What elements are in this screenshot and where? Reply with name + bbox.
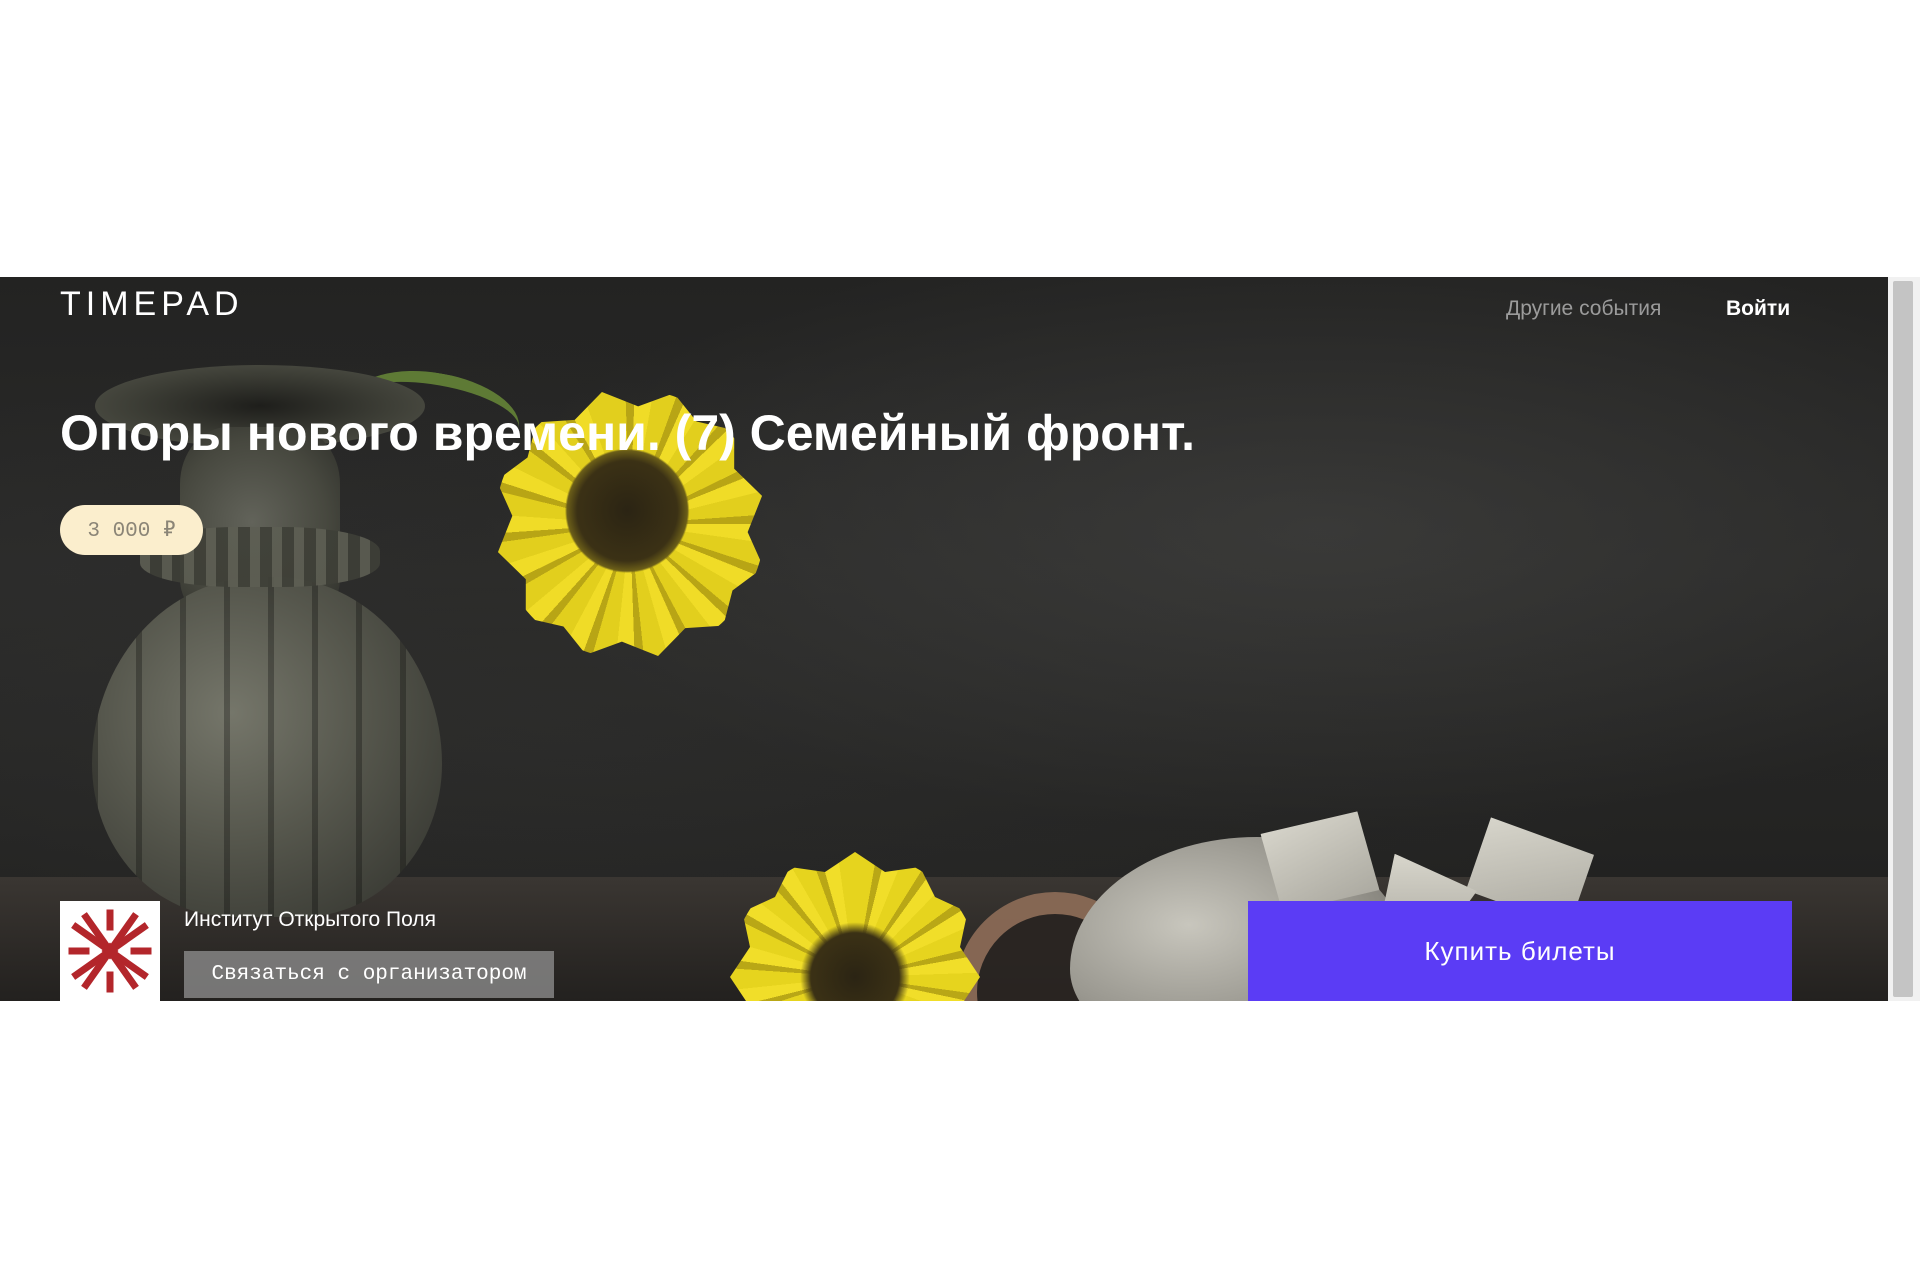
organizer-avatar[interactable] [60,901,160,1001]
nav-login-link[interactable]: Войти [1726,297,1790,321]
price-badge: 3 000 ₽ [60,505,203,555]
logo-text: TIMEPAD [60,285,244,323]
nav-other-events-link[interactable]: Другие события [1506,297,1661,321]
sunflower-image [730,852,980,1001]
timepad-logo[interactable]: TIMEPAD [60,287,244,321]
scrollbar-thumb[interactable] [1893,281,1913,997]
page: TIMEPAD Другие события Войти Опоры новог… [0,0,1920,1280]
contact-organizer-button[interactable]: Связаться с организатором [184,951,554,998]
vase-body [92,577,442,917]
ornament-logo-icon [68,909,152,993]
event-title: Опоры нового времени. (7) Семейный фронт… [60,405,1196,461]
organizer-name[interactable]: Институт Открытого Поля [184,908,436,932]
buy-tickets-button[interactable]: Купить билеты [1248,901,1792,1001]
event-hero-banner [0,277,1888,1001]
